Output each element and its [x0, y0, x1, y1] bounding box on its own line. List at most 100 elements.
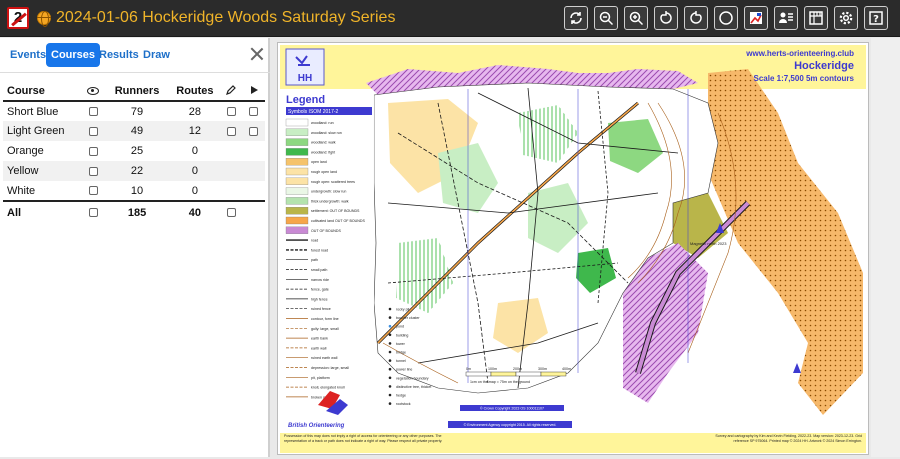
georeference-icon — [750, 12, 762, 24]
rotate-right-button[interactable] — [684, 6, 708, 30]
legend-swatch — [285, 167, 309, 176]
column-play[interactable] — [242, 82, 265, 102]
app-logo[interactable]: 2 — [7, 7, 29, 29]
show-course-checkbox[interactable] — [88, 107, 98, 117]
legend-item-label: vegetation boundary — [396, 376, 429, 380]
legend-item-label: ruined fence — [311, 307, 331, 311]
show-routes-checkbox[interactable] — [226, 107, 236, 117]
routes-count: 12 — [169, 121, 221, 141]
runners-total: 185 — [104, 200, 170, 223]
legend-item-label: woodland: slow run — [311, 131, 342, 135]
legend-swatch — [285, 207, 309, 215]
settings-button[interactable] — [834, 6, 858, 30]
column-visibility[interactable] — [82, 82, 105, 102]
legend-item-label: knoll, elongated knoll — [311, 386, 345, 390]
table-row[interactable]: Light Green 49 12 — [3, 121, 265, 141]
legend-swatch — [285, 128, 309, 136]
column-course: Course — [3, 82, 83, 102]
show-course-checkbox[interactable] — [88, 146, 98, 156]
tab-courses[interactable]: Courses — [46, 43, 101, 67]
tabs-divider — [0, 72, 270, 73]
show-all-routes-checkbox[interactable] — [226, 208, 236, 218]
copyright-2: © Environment Agency copyright 2015. All… — [464, 423, 557, 427]
legend-item-label: earth bank — [311, 337, 328, 341]
eye-icon — [87, 87, 100, 96]
ruler-button[interactable] — [804, 6, 828, 30]
runners-count: 22 — [104, 161, 170, 181]
orienteering-map[interactable]: HH Magnetic north 2023 www.herts-oriente… — [278, 43, 868, 454]
legend-point-symbol — [388, 316, 392, 319]
legend-swatch — [285, 148, 309, 156]
vertical-scrollbar[interactable] — [871, 38, 900, 457]
legend-swatch — [285, 138, 309, 146]
table-row[interactable]: Short Blue 79 28 — [3, 101, 265, 121]
column-runners: Runners — [104, 82, 170, 102]
total-row[interactable]: All 185 40 — [3, 200, 265, 223]
legend-item-label: small path — [311, 268, 327, 272]
show-all-checkbox[interactable] — [88, 208, 98, 218]
legend-item-label: woodland: run — [311, 121, 334, 125]
table-row[interactable]: Yellow 22 0 — [3, 161, 265, 181]
legend-item-label: cultivated land OUT OF BOUNDS — [311, 219, 365, 223]
georeference-button[interactable] — [744, 6, 768, 30]
zoom-in-button[interactable] — [624, 6, 648, 30]
courses-panel: Events Courses Results Draw Course Runne… — [0, 38, 270, 457]
legend-point-symbol — [388, 367, 392, 371]
table-row[interactable]: Orange 25 0 — [3, 141, 265, 161]
map-view[interactable]: HH Magnetic north 2023 www.herts-oriente… — [277, 42, 869, 455]
tab-draw[interactable]: Draw — [138, 43, 175, 67]
close-panel-icon[interactable] — [250, 47, 264, 61]
legend-point-symbol — [388, 385, 392, 388]
legend-item-label: gully: large, small — [311, 327, 339, 331]
magnetic-north-label: Magnetic north 2023 — [690, 241, 727, 246]
column-routes: Routes — [169, 82, 221, 102]
legend-swatch — [285, 216, 309, 225]
reset-view-button[interactable] — [564, 6, 588, 30]
legend-item-label: hedge — [396, 394, 406, 398]
legend-item-label: road — [311, 239, 318, 243]
show-routes-checkbox[interactable] — [226, 126, 236, 136]
legend-swatch — [285, 197, 309, 205]
circle-button[interactable] — [714, 6, 738, 30]
show-course-checkbox[interactable] — [88, 166, 98, 176]
routes-total: 40 — [169, 200, 221, 223]
legend-item-label: rootstock — [396, 402, 411, 406]
tab-events[interactable]: Events — [5, 43, 51, 67]
rotate-left-button[interactable] — [654, 6, 678, 30]
replay-checkbox[interactable] — [249, 126, 259, 136]
rotate-left-icon — [660, 11, 672, 24]
legend-swatch — [285, 118, 309, 127]
footer-right: Survey and cartography by Kim and Kevin … — [715, 434, 862, 443]
legend-item-label: tunnel — [396, 359, 406, 363]
replay-checkbox[interactable] — [249, 107, 259, 117]
scale-label: 300m — [538, 367, 547, 371]
copyright-1: © Crown Copyright 2023 OS 100011107 — [480, 407, 544, 411]
users-button[interactable] — [774, 6, 798, 30]
help-button[interactable]: ? — [864, 6, 888, 30]
panel-tabs: Events Courses Results Draw — [0, 38, 270, 72]
map-name: Hockeridge — [794, 60, 854, 72]
legend-item-label: path — [311, 258, 318, 262]
legend-swatch — [285, 158, 309, 166]
circle-icon — [719, 11, 733, 25]
club-url: www.herts-orienteering.club — [745, 49, 854, 58]
show-course-checkbox[interactable] — [88, 126, 98, 136]
legend-item-label: depression: large, small — [311, 366, 349, 370]
show-course-checkbox[interactable] — [88, 186, 98, 196]
play-icon — [250, 85, 258, 94]
legend-point-symbol — [388, 402, 392, 405]
svg-text:?: ? — [873, 14, 879, 25]
legend-item-label: pit, platform — [311, 376, 330, 380]
legend-item-label: rocky pit — [396, 308, 409, 312]
column-edit[interactable] — [220, 82, 243, 102]
legend-item-label: forest road — [311, 248, 328, 252]
ruler-icon — [809, 11, 823, 25]
tab-results[interactable]: Results — [94, 43, 144, 67]
legend-item-label: thick undergrowth: walk — [311, 199, 349, 203]
zoom-out-button[interactable] — [594, 6, 618, 30]
legend-item-label: ruined earth wall — [311, 356, 338, 360]
course-name: All — [3, 200, 83, 223]
table-row[interactable]: White 10 0 — [3, 181, 265, 201]
routes-count: 0 — [191, 145, 198, 157]
legend-item-label: open land — [311, 160, 327, 164]
